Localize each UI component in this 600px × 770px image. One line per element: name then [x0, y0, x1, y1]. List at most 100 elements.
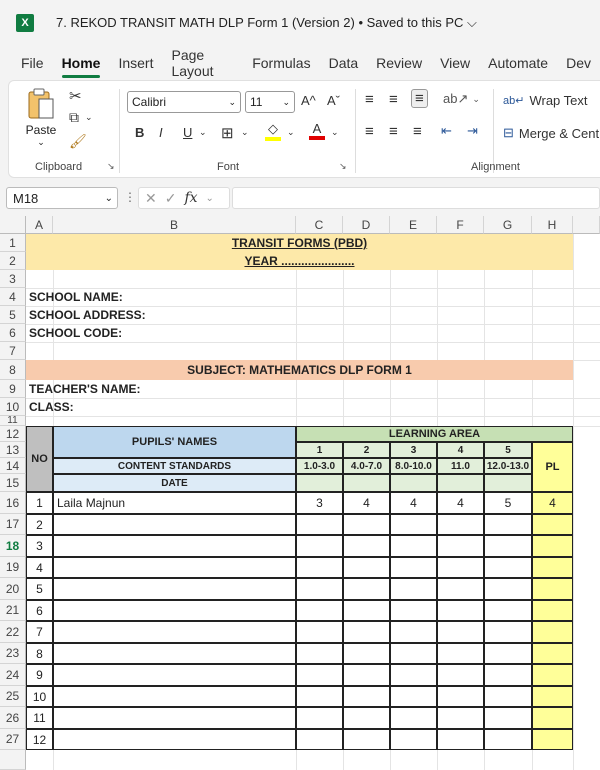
cut-icon[interactable]: ✂: [69, 87, 82, 105]
score-cell[interactable]: [343, 686, 390, 707]
column-header[interactable]: G: [484, 216, 532, 234]
score-cell[interactable]: [296, 621, 343, 643]
score-cell[interactable]: [296, 557, 343, 578]
score-cell[interactable]: [390, 535, 437, 557]
align-right-icon[interactable]: ≡: [413, 123, 422, 140]
date-header[interactable]: DATE: [53, 474, 296, 492]
score-cell[interactable]: [390, 664, 437, 686]
pupil-no[interactable]: 11: [26, 707, 53, 729]
score-cell[interactable]: [437, 686, 484, 707]
column-header[interactable]: D: [343, 216, 390, 234]
shrink-font-button[interactable]: Aˇ: [327, 93, 340, 108]
italic-button[interactable]: I: [159, 125, 163, 140]
pl-cell[interactable]: [532, 686, 573, 707]
align-center-icon[interactable]: ≡: [389, 123, 398, 140]
align-left-icon[interactable]: ≡: [365, 123, 374, 140]
score-cell[interactable]: [296, 600, 343, 621]
row-header[interactable]: 12: [0, 426, 26, 442]
increase-indent-icon[interactable]: ⇥: [467, 123, 478, 139]
pupil-name[interactable]: [53, 600, 296, 621]
score-cell[interactable]: [484, 686, 532, 707]
tab-review[interactable]: Review: [367, 46, 431, 80]
row-header[interactable]: 20: [0, 578, 26, 600]
score-cell[interactable]: [437, 514, 484, 535]
area-range[interactable]: 1.0-3.0: [296, 458, 343, 474]
school-name-label[interactable]: SCHOOL NAME:: [29, 288, 289, 306]
score-cell[interactable]: [296, 729, 343, 750]
row-header[interactable]: 21: [0, 600, 26, 621]
teacher-name-label[interactable]: TEACHER'S NAME:: [29, 380, 289, 398]
pl-cell[interactable]: [532, 578, 573, 600]
tab-home[interactable]: Home: [53, 46, 110, 80]
pupil-no[interactable]: 4: [26, 557, 53, 578]
row-header[interactable]: 16: [0, 492, 26, 514]
no-header[interactable]: NO: [26, 426, 53, 492]
score-cell[interactable]: [484, 535, 532, 557]
tab-insert[interactable]: Insert: [109, 46, 162, 80]
score-cell[interactable]: [437, 729, 484, 750]
score-cell[interactable]: [437, 557, 484, 578]
score-cell[interactable]: [296, 535, 343, 557]
area-range[interactable]: 4.0-7.0: [343, 458, 390, 474]
score-cell[interactable]: [390, 514, 437, 535]
score-cell[interactable]: [296, 664, 343, 686]
pupil-no[interactable]: 1: [26, 492, 53, 514]
score-cell[interactable]: [484, 557, 532, 578]
pupil-no[interactable]: 12: [26, 729, 53, 750]
row-header[interactable]: 2: [0, 252, 26, 270]
select-all-corner[interactable]: [0, 216, 26, 234]
row-header[interactable]: 24: [0, 664, 26, 686]
column-header[interactable]: E: [390, 216, 437, 234]
pupil-name[interactable]: [53, 578, 296, 600]
cancel-icon[interactable]: ✕: [145, 190, 157, 207]
borders-icon[interactable]: ⊞: [221, 124, 234, 142]
dialog-launcher-icon[interactable]: ↘: [339, 161, 347, 172]
pupil-no[interactable]: 9: [26, 664, 53, 686]
date-cell[interactable]: [437, 474, 484, 492]
score-cell[interactable]: [343, 621, 390, 643]
score-cell[interactable]: [484, 578, 532, 600]
column-header[interactable]: A: [26, 216, 53, 234]
pupil-name[interactable]: [53, 664, 296, 686]
chevron-down-icon[interactable]: ⌄: [199, 127, 207, 138]
date-cell[interactable]: [390, 474, 437, 492]
score-cell[interactable]: [296, 514, 343, 535]
score-cell[interactable]: [343, 514, 390, 535]
tab-data[interactable]: Data: [320, 46, 368, 80]
font-name-select[interactable]: Calibri ⌄: [127, 91, 241, 113]
score-cell[interactable]: [437, 578, 484, 600]
row-header[interactable]: 17: [0, 514, 26, 535]
pupil-name[interactable]: [53, 557, 296, 578]
score-cell[interactable]: [296, 578, 343, 600]
column-header[interactable]: B: [53, 216, 296, 234]
area-range[interactable]: 8.0-10.0: [390, 458, 437, 474]
pupil-name[interactable]: [53, 707, 296, 729]
insert-function-button[interactable]: fx: [184, 190, 197, 206]
chevron-down-icon[interactable]: ⌄: [331, 127, 339, 138]
pl-cell[interactable]: [532, 707, 573, 729]
score-cell[interactable]: [343, 600, 390, 621]
chevron-down-icon[interactable]: ⌄: [206, 193, 214, 204]
score-cell[interactable]: [390, 686, 437, 707]
row-header[interactable]: 11: [0, 415, 26, 426]
date-cell[interactable]: [343, 474, 390, 492]
score-cell[interactable]: [343, 557, 390, 578]
dialog-launcher-icon[interactable]: ↘: [107, 161, 115, 172]
score-cell[interactable]: [343, 729, 390, 750]
school-address-label[interactable]: SCHOOL ADDRESS:: [29, 306, 289, 324]
row-header[interactable]: 25: [0, 686, 26, 707]
pupil-no[interactable]: 5: [26, 578, 53, 600]
chevron-down-icon[interactable]: ⌄: [241, 127, 249, 138]
area-number[interactable]: 4: [437, 442, 484, 458]
more-options-icon[interactable]: ⋮: [124, 190, 136, 204]
score-cell[interactable]: 4: [390, 492, 437, 514]
pupil-no[interactable]: 3: [26, 535, 53, 557]
align-middle-icon[interactable]: ≡: [389, 91, 398, 108]
pl-cell[interactable]: 4: [532, 492, 573, 514]
score-cell[interactable]: [296, 686, 343, 707]
pl-cell[interactable]: [532, 535, 573, 557]
score-cell[interactable]: [390, 557, 437, 578]
paste-button[interactable]: Paste ⌄: [21, 87, 61, 151]
score-cell[interactable]: [390, 729, 437, 750]
row-header[interactable]: 4: [0, 288, 26, 306]
